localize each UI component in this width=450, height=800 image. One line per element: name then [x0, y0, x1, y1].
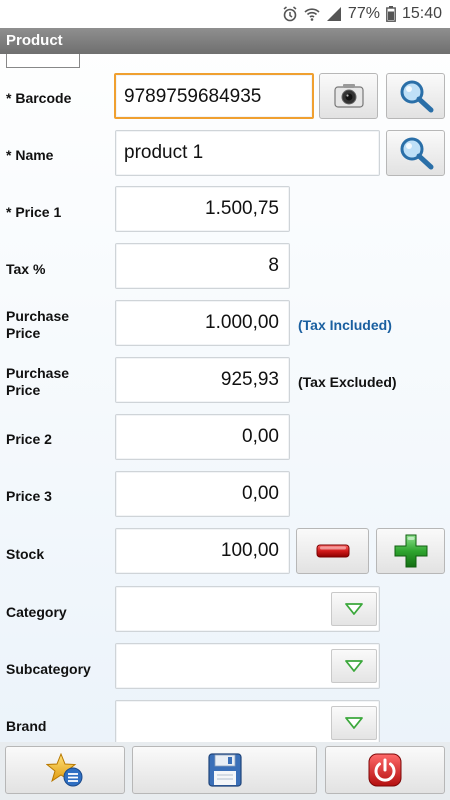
magnifier-icon — [400, 137, 433, 170]
barcode-input[interactable]: 9789759684935 — [114, 73, 314, 119]
name-input[interactable]: product 1 — [115, 130, 380, 176]
tax-label: Tax % — [6, 261, 46, 277]
title-bar: Product — [0, 28, 450, 54]
triangle-down-icon — [345, 660, 363, 672]
power-icon — [368, 753, 402, 787]
purchase-price-excl-input[interactable]: 925,93 — [115, 357, 290, 403]
brand-dropdown-button[interactable] — [331, 706, 377, 740]
barcode-value: 9789759684935 — [124, 86, 262, 107]
signal-icon — [326, 7, 341, 21]
price3-label: Price 3 — [6, 488, 52, 504]
camera-scan-button[interactable] — [319, 73, 378, 119]
name-value: product 1 — [124, 142, 204, 163]
magnifier-icon — [400, 80, 433, 113]
subcategory-dropdown-button[interactable] — [331, 649, 377, 683]
price2-value: 0,00 — [242, 426, 279, 447]
bottom-toolbar — [0, 742, 450, 800]
partial-field[interactable] — [6, 54, 80, 68]
subcategory-label: Subcategory — [6, 661, 91, 677]
page-title: Product — [6, 32, 63, 49]
tax-included-note: (Tax Included) — [298, 317, 392, 333]
battery-icon — [386, 6, 396, 22]
tax-excluded-note: (Tax Excluded) — [298, 374, 397, 390]
triangle-down-icon — [345, 603, 363, 615]
name-label: * Name — [6, 147, 54, 163]
name-search-button[interactable] — [386, 130, 445, 176]
minus-icon — [316, 544, 349, 558]
battery-percent: 77% — [347, 5, 380, 22]
exit-button[interactable] — [325, 746, 445, 794]
camera-icon — [333, 84, 364, 108]
purchase-price-excl-label: Purchase Price — [6, 365, 70, 398]
stock-input[interactable]: 100,00 — [115, 528, 290, 574]
clock: 15:40 — [401, 5, 442, 22]
barcode-search-button[interactable] — [386, 73, 445, 119]
triangle-down-icon — [345, 717, 363, 729]
price3-value: 0,00 — [242, 483, 279, 504]
price1-label: * Price 1 — [6, 204, 62, 220]
save-button[interactable] — [132, 746, 317, 794]
tax-input[interactable]: 8 — [115, 243, 290, 289]
purchase-price-excl-value: 925,93 — [220, 369, 279, 390]
alarm-icon — [283, 6, 297, 22]
category-label: Category — [6, 604, 67, 620]
price3-input[interactable]: 0,00 — [115, 471, 290, 517]
price2-input[interactable]: 0,00 — [115, 414, 290, 460]
purchase-price-incl-value: 1.000,00 — [205, 312, 279, 333]
stock-value: 100,00 — [220, 540, 279, 561]
price1-input[interactable]: 1.500,75 — [115, 186, 290, 232]
favorites-list-button[interactable] — [5, 746, 125, 794]
stock-label: Stock — [6, 546, 45, 562]
barcode-label: * Barcode — [6, 90, 72, 106]
brand-label: Brand — [6, 718, 47, 734]
purchase-price-incl-label: Purchase Price — [6, 308, 70, 341]
category-dropdown-button[interactable] — [331, 592, 377, 626]
tax-value: 8 — [268, 255, 279, 276]
wifi-icon — [304, 8, 320, 21]
purchase-price-incl-input[interactable]: 1.000,00 — [115, 300, 290, 346]
status-bar: 77% 15:40 — [0, 0, 450, 28]
stock-increase-button[interactable] — [376, 528, 445, 574]
price2-label: Price 2 — [6, 431, 52, 447]
floppy-disk-icon — [207, 753, 242, 787]
plus-icon — [394, 534, 427, 568]
stock-decrease-button[interactable] — [296, 528, 369, 574]
price1-value: 1.500,75 — [205, 198, 279, 219]
star-list-icon — [46, 753, 83, 787]
